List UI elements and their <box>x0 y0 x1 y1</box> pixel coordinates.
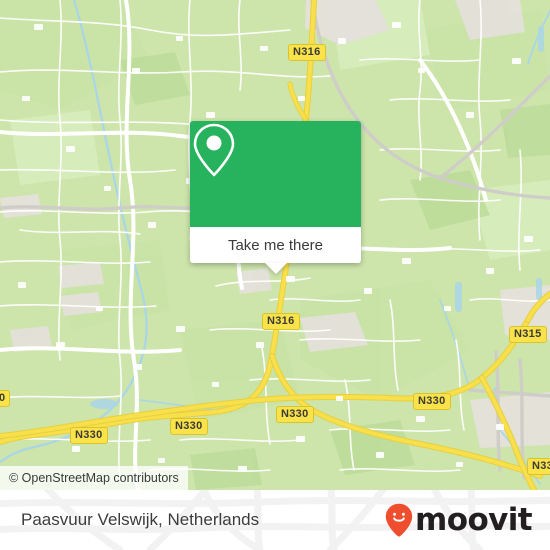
map-screenshot: N316 N316 N315 N330 N330 N330 N330 0 N33 Take me… <box>0 0 550 550</box>
map-attribution[interactable]: © OpenStreetMap contributors <box>0 466 188 490</box>
place-callout-card[interactable]: Take me there <box>190 121 361 274</box>
card-footer[interactable]: Take me there <box>190 227 361 274</box>
card-header <box>190 121 361 227</box>
road-shield-n330-east: N330 <box>413 393 451 410</box>
road-shield-n316-center: N316 <box>262 313 300 330</box>
road-shield-n315-east: N315 <box>509 326 547 343</box>
card-pointer-tail <box>264 263 287 274</box>
take-me-there-label: Take me there <box>227 236 324 254</box>
road-shield-n330-center: N330 <box>276 406 314 423</box>
road-shield-clipped-southeast: N33 <box>527 458 550 475</box>
place-title: Paasvuur Velswijk, Netherlands <box>21 510 260 529</box>
road-shield-n316-north: N316 <box>288 44 326 61</box>
moovit-wordmark: moovit <box>415 501 533 538</box>
road-shield-n330-west: N330 <box>170 418 208 435</box>
map-pin-icon <box>193 123 235 177</box>
map-canvas[interactable]: N316 N316 N315 N330 N330 N330 N330 0 N33 Take me… <box>0 0 550 490</box>
moovit-brand[interactable]: moovit <box>385 501 533 538</box>
attribution-text: © OpenStreetMap contributors <box>9 471 179 485</box>
road-shield-n330-southwest: N330 <box>70 427 108 444</box>
footer-bar: Paasvuur Velswijk, Netherlands moovit <box>0 490 550 550</box>
moovit-smiley-pin-icon <box>385 503 413 537</box>
road-shield-clipped-west: 0 <box>0 390 11 407</box>
